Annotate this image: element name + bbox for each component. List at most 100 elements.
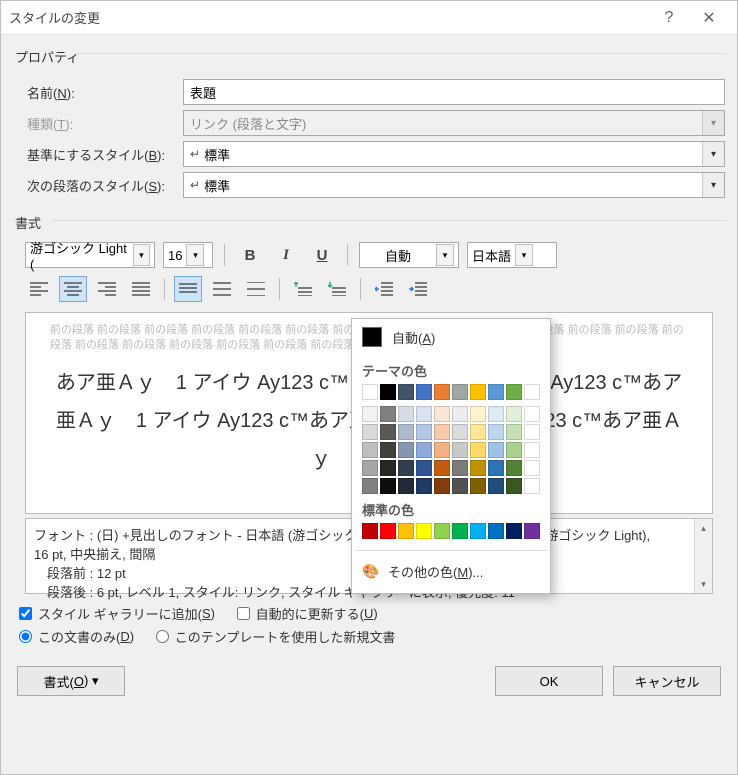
color-swatch[interactable] bbox=[434, 424, 450, 440]
increase-indent-button[interactable] bbox=[404, 276, 432, 302]
color-swatch[interactable] bbox=[416, 384, 432, 400]
align-left-button[interactable] bbox=[25, 276, 53, 302]
this-document-only-radio[interactable]: この文書のみ(D) bbox=[19, 627, 134, 646]
color-swatch[interactable] bbox=[506, 460, 522, 476]
color-swatch[interactable] bbox=[452, 424, 468, 440]
color-swatch[interactable] bbox=[524, 478, 540, 494]
color-swatch[interactable] bbox=[524, 442, 540, 458]
align-right-button[interactable] bbox=[93, 276, 121, 302]
next-style-combo[interactable]: ↵標準 ▾ bbox=[183, 172, 725, 198]
color-swatch[interactable] bbox=[488, 478, 504, 494]
color-swatch[interactable] bbox=[488, 406, 504, 422]
underline-button[interactable]: U bbox=[308, 242, 336, 268]
color-swatch[interactable] bbox=[488, 523, 504, 539]
color-swatch[interactable] bbox=[398, 460, 414, 476]
italic-button[interactable]: I bbox=[272, 242, 300, 268]
color-swatch[interactable] bbox=[470, 424, 486, 440]
color-swatch[interactable] bbox=[362, 442, 378, 458]
align-center-button[interactable] bbox=[59, 276, 87, 302]
format-menu-button[interactable]: 書式(O) ▾ bbox=[17, 666, 125, 696]
font-name-combo[interactable]: 游ゴシック Light (▾ bbox=[25, 242, 155, 268]
automatic-color-item[interactable]: 自動(A) bbox=[352, 319, 550, 355]
color-swatch[interactable] bbox=[452, 523, 468, 539]
color-swatch[interactable] bbox=[434, 406, 450, 422]
new-docs-template-radio[interactable]: このテンプレートを使用した新規文書 bbox=[156, 627, 396, 646]
color-swatch[interactable] bbox=[524, 384, 540, 400]
color-swatch[interactable] bbox=[452, 460, 468, 476]
decrease-indent-button[interactable] bbox=[370, 276, 398, 302]
color-swatch[interactable] bbox=[488, 424, 504, 440]
color-swatch[interactable] bbox=[488, 460, 504, 476]
color-swatch[interactable] bbox=[452, 442, 468, 458]
cancel-button[interactable]: キャンセル bbox=[613, 666, 721, 696]
color-swatch[interactable] bbox=[398, 424, 414, 440]
more-colors-item[interactable]: その他の色(M)... bbox=[352, 556, 550, 587]
based-on-combo[interactable]: ↵標準 ▾ bbox=[183, 141, 725, 167]
color-swatch[interactable] bbox=[398, 442, 414, 458]
scroll-down-icon[interactable]: ▾ bbox=[695, 575, 712, 593]
color-swatch[interactable] bbox=[452, 384, 468, 400]
color-swatch[interactable] bbox=[398, 523, 414, 539]
color-swatch[interactable] bbox=[434, 460, 450, 476]
color-swatch[interactable] bbox=[434, 478, 450, 494]
line-spacing-2-button[interactable] bbox=[242, 276, 270, 302]
color-swatch[interactable] bbox=[362, 478, 378, 494]
line-spacing-1_5-button[interactable] bbox=[208, 276, 236, 302]
chevron-down-icon[interactable]: ▾ bbox=[186, 244, 204, 266]
color-swatch[interactable] bbox=[380, 460, 396, 476]
color-swatch[interactable] bbox=[380, 424, 396, 440]
color-swatch[interactable] bbox=[434, 384, 450, 400]
color-swatch[interactable] bbox=[380, 478, 396, 494]
color-swatch[interactable] bbox=[416, 523, 432, 539]
color-swatch[interactable] bbox=[362, 406, 378, 422]
language-combo[interactable]: 日本語▾ bbox=[467, 242, 557, 268]
color-swatch[interactable] bbox=[470, 442, 486, 458]
color-swatch[interactable] bbox=[434, 523, 450, 539]
color-swatch[interactable] bbox=[398, 478, 414, 494]
color-swatch[interactable] bbox=[380, 384, 396, 400]
color-swatch[interactable] bbox=[362, 384, 378, 400]
color-swatch[interactable] bbox=[380, 406, 396, 422]
color-swatch[interactable] bbox=[524, 523, 540, 539]
color-swatch[interactable] bbox=[398, 406, 414, 422]
color-swatch[interactable] bbox=[524, 424, 540, 440]
color-swatch[interactable] bbox=[416, 424, 432, 440]
color-swatch[interactable] bbox=[470, 406, 486, 422]
chevron-down-icon[interactable]: ▾ bbox=[702, 142, 724, 166]
color-swatch[interactable] bbox=[488, 442, 504, 458]
close-button[interactable]: ✕ bbox=[689, 8, 729, 28]
add-to-gallery-checkbox[interactable]: スタイル ギャラリーに追加(S) bbox=[19, 604, 215, 623]
color-swatch[interactable] bbox=[362, 460, 378, 476]
color-swatch[interactable] bbox=[452, 478, 468, 494]
color-swatch[interactable] bbox=[416, 442, 432, 458]
color-swatch[interactable] bbox=[362, 424, 378, 440]
color-swatch[interactable] bbox=[416, 406, 432, 422]
color-swatch[interactable] bbox=[506, 478, 522, 494]
chevron-down-icon[interactable]: ▾ bbox=[702, 173, 724, 197]
increase-para-before-button[interactable] bbox=[289, 276, 317, 302]
color-swatch[interactable] bbox=[452, 406, 468, 422]
auto-update-checkbox[interactable]: 自動的に更新する(U) bbox=[237, 604, 378, 623]
color-swatch[interactable] bbox=[362, 523, 378, 539]
font-color-combo[interactable]: 自動▾ bbox=[359, 242, 459, 268]
color-swatch[interactable] bbox=[524, 406, 540, 422]
chevron-down-icon[interactable]: ▾ bbox=[436, 244, 454, 266]
bold-button[interactable]: B bbox=[236, 242, 264, 268]
color-swatch[interactable] bbox=[398, 384, 414, 400]
color-swatch[interactable] bbox=[524, 460, 540, 476]
color-swatch[interactable] bbox=[470, 460, 486, 476]
decrease-para-before-button[interactable] bbox=[323, 276, 351, 302]
ok-button[interactable]: OK bbox=[495, 666, 603, 696]
name-field[interactable] bbox=[183, 79, 725, 105]
font-size-combo[interactable]: 16▾ bbox=[163, 242, 213, 268]
color-swatch[interactable] bbox=[506, 424, 522, 440]
color-swatch[interactable] bbox=[470, 478, 486, 494]
chevron-down-icon[interactable]: ▾ bbox=[515, 244, 533, 266]
color-swatch[interactable] bbox=[506, 442, 522, 458]
line-spacing-1-button[interactable] bbox=[174, 276, 202, 302]
chevron-down-icon[interactable]: ▾ bbox=[133, 244, 150, 266]
scrollbar[interactable]: ▴ ▾ bbox=[694, 519, 712, 593]
color-swatch[interactable] bbox=[416, 460, 432, 476]
color-swatch[interactable] bbox=[470, 384, 486, 400]
align-justify-button[interactable] bbox=[127, 276, 155, 302]
